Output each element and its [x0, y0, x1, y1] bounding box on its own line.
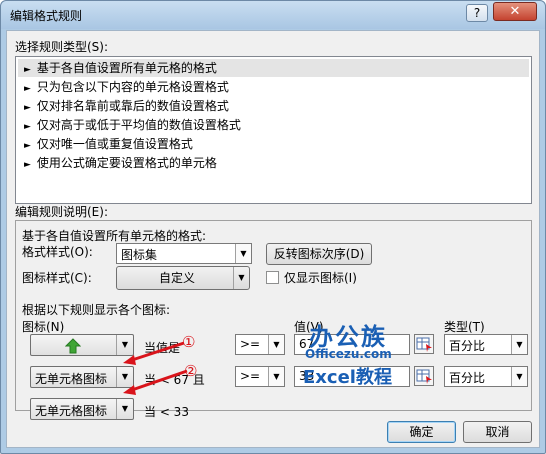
dialog-title: 编辑格式规则 — [10, 9, 83, 23]
cancel-button[interactable]: 取消 — [463, 421, 532, 443]
help-button[interactable]: ? — [466, 4, 488, 22]
dialog-body: 选择规则类型(S): ► 基于各自值设置所有单元格的格式 ► 只为包含以下内容的单元… — [6, 30, 540, 448]
ok-button[interactable]: 确定 — [387, 421, 456, 443]
dialog-window: 编辑格式规则 ? ✕ 选择规则类型(S): ► 基于各自值设置所有单元格的格式 ►… — [0, 0, 546, 454]
annotation-marker-1: ① — [182, 333, 196, 351]
annotation-marker-2: ② — [184, 362, 198, 380]
annotation-arrows — [123, 341, 188, 395]
close-button[interactable]: ✕ — [493, 2, 537, 21]
title-bar: 编辑格式规则 ? ✕ — [1, 1, 545, 29]
